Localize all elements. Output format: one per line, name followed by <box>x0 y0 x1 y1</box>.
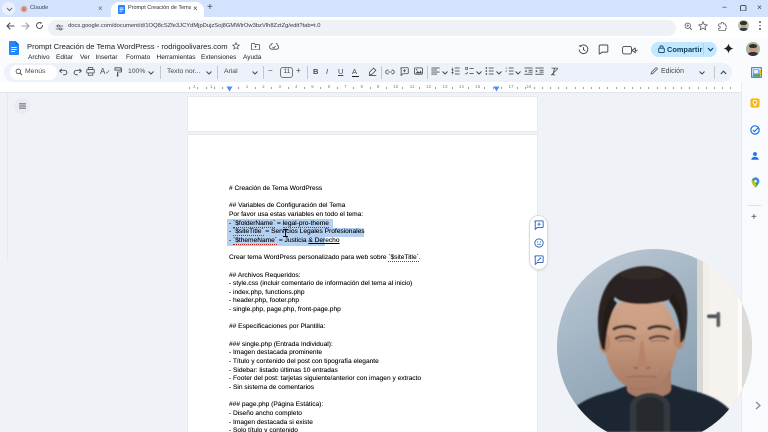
svg-text:2: 2 <box>505 69 507 73</box>
